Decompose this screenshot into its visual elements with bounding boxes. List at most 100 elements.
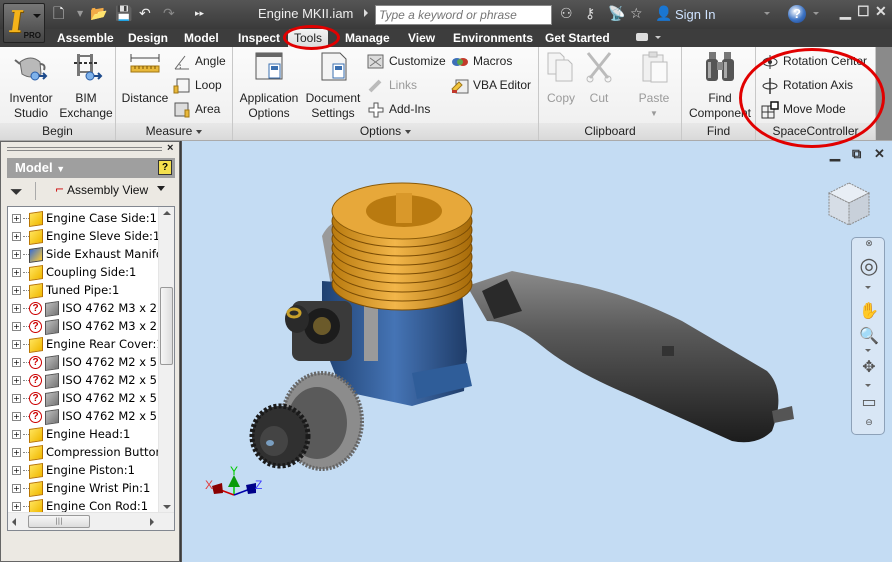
tab-assemble[interactable]: Assemble: [57, 30, 114, 46]
tree-item[interactable]: + Coupling Side:1: [8, 263, 136, 281]
open-folder-icon[interactable]: 📂: [90, 5, 107, 23]
tree-item[interactable]: + Engine Head:1: [8, 425, 130, 443]
search-expand-icon[interactable]: [364, 9, 368, 17]
browser-help-icon[interactable]: ?: [158, 160, 172, 175]
paste-dropdown-icon[interactable]: ▼: [631, 106, 677, 121]
find-component-button[interactable]: Find Component: [685, 50, 755, 121]
expand-icon[interactable]: +: [12, 466, 21, 475]
binoculars-icon[interactable]: ⚇: [560, 5, 573, 23]
tab-view[interactable]: View: [408, 30, 435, 46]
user-icon[interactable]: 👤: [655, 5, 672, 23]
pan-hand-icon[interactable]: ✋: [852, 301, 886, 320]
rotation-center-button[interactable]: Rotation Center: [761, 51, 867, 71]
ribbon-collapse-button[interactable]: [636, 33, 648, 41]
expand-icon[interactable]: +: [12, 412, 21, 421]
expand-icon[interactable]: +: [12, 340, 21, 349]
tree-item[interactable]: +? ISO 4762 M2 x 5:7: [8, 389, 168, 407]
distance-button[interactable]: Distance: [119, 50, 171, 106]
orbit-dropdown-icon[interactable]: [865, 384, 871, 387]
viewcube[interactable]: [824, 179, 874, 229]
add-ins-button[interactable]: Add-Ins: [367, 99, 430, 119]
copy-button[interactable]: Copy: [543, 50, 579, 106]
panel-options-title[interactable]: Options: [233, 123, 538, 140]
browser-close-icon[interactable]: ×: [167, 142, 173, 154]
engine-3d-model[interactable]: X Y Z: [182, 141, 892, 562]
flywheel[interactable]: [249, 371, 364, 471]
vertical-scroll-thumb[interactable]: [160, 287, 173, 365]
paste-button[interactable]: Paste ▼: [631, 50, 677, 121]
tab-inspect[interactable]: Inspect: [238, 30, 280, 46]
cut-button[interactable]: Cut: [581, 50, 617, 106]
tree-item[interactable]: + Compression Button:1: [8, 443, 174, 461]
sign-in-dropdown-icon[interactable]: [764, 12, 770, 15]
area-button[interactable]: Area: [173, 99, 220, 119]
expand-icon[interactable]: +: [12, 502, 21, 511]
tree-item[interactable]: + Engine Piston:1: [8, 461, 135, 479]
search-input[interactable]: [375, 5, 552, 25]
expand-icon[interactable]: +: [12, 322, 21, 331]
navbar-close-icon[interactable]: ⊗: [863, 239, 875, 249]
star-icon[interactable]: ☆: [630, 5, 643, 23]
tree-item[interactable]: + Engine Rear Cover:1: [8, 335, 164, 353]
links-button[interactable]: Links: [367, 75, 417, 95]
scroll-down-icon[interactable]: [163, 505, 171, 509]
tree-item[interactable]: + Engine Sleve Side:1: [8, 227, 160, 245]
tab-model[interactable]: Model: [184, 30, 219, 46]
scroll-up-icon[interactable]: [163, 211, 171, 215]
expand-icon[interactable]: +: [12, 358, 21, 367]
tab-design[interactable]: Design: [128, 30, 168, 46]
document-settings-button[interactable]: Document Settings: [303, 50, 363, 121]
rotation-axis-button[interactable]: Rotation Axis: [761, 75, 853, 95]
viewport-close-button[interactable]: ✕: [874, 146, 885, 162]
steering-wheel-dropdown-icon[interactable]: [865, 286, 871, 289]
orbit-icon[interactable]: ✥: [852, 357, 886, 376]
expand-icon[interactable]: +: [12, 394, 21, 403]
horizontal-scrollbar[interactable]: |||: [8, 512, 174, 530]
navbar-options-icon[interactable]: ⊖: [863, 418, 875, 428]
tree-item[interactable]: +? ISO 4762 M3 x 25:6: [8, 299, 174, 317]
save-icon[interactable]: 💾: [115, 5, 132, 23]
application-options-button[interactable]: Application Options: [236, 50, 302, 121]
filter-icon[interactable]: ⏷: [10, 182, 23, 202]
new-file-icon[interactable]: 🗋: [53, 5, 64, 23]
look-at-icon[interactable]: ▭: [852, 392, 886, 411]
help-dropdown-icon[interactable]: [813, 12, 819, 15]
minimize-button[interactable]: ▁: [840, 3, 851, 20]
tree-item[interactable]: + Tuned Pipe:1: [8, 281, 119, 299]
inventor-studio-button[interactable]: Inventor Studio: [5, 50, 57, 121]
carburetor[interactable]: [285, 301, 378, 361]
tree-item[interactable]: + Engine Wrist Pin:1: [8, 479, 150, 497]
steering-wheel-icon[interactable]: ◎: [852, 254, 886, 279]
tree-item[interactable]: +? ISO 4762 M3 x 25:: [8, 317, 168, 335]
new-dropdown-icon[interactable]: ▼: [77, 5, 83, 23]
tree-item[interactable]: +? ISO 4762 M2 x 5:5: [8, 353, 168, 371]
expand-icon[interactable]: +: [12, 286, 21, 295]
expand-icon[interactable]: +: [12, 376, 21, 385]
move-mode-button[interactable]: Move Mode: [761, 99, 846, 119]
satellite-dish-icon[interactable]: 📡: [608, 5, 625, 23]
viewport-minimize-button[interactable]: ▁: [830, 146, 840, 162]
close-button[interactable]: ✕: [875, 3, 887, 20]
sign-in-link[interactable]: Sign In: [675, 7, 715, 22]
browser-header[interactable]: Model ▼ ?: [7, 158, 175, 178]
loop-button[interactable]: Loop: [173, 75, 222, 95]
tree-item[interactable]: +? ISO 4762 M2 x 5:6: [8, 371, 168, 389]
tuned-pipe[interactable]: [467, 271, 794, 443]
application-menu-button[interactable]: I PRO: [3, 3, 45, 43]
horizontal-scroll-thumb[interactable]: |||: [28, 515, 90, 528]
cylinder-head[interactable]: [331, 182, 473, 311]
tree-item[interactable]: + Side Exhaust Manifold:: [8, 245, 174, 263]
expand-icon[interactable]: +: [12, 304, 21, 313]
scroll-right-icon[interactable]: [150, 518, 154, 526]
bim-exchange-button[interactable]: BIM Exchange: [58, 50, 114, 121]
help-button[interactable]: ?: [788, 5, 806, 23]
assembly-view-dropdown[interactable]: Assembly View: [67, 183, 148, 197]
vba-editor-button[interactable]: VBA Editor: [451, 75, 531, 95]
undo-icon[interactable]: ↶: [139, 5, 151, 23]
angle-button[interactable]: Angle: [173, 51, 226, 71]
customize-button[interactable]: Customize: [367, 51, 446, 71]
viewport-restore-button[interactable]: ⧉: [852, 146, 861, 162]
expand-icon[interactable]: +: [12, 484, 21, 493]
key-icon[interactable]: ⚷: [585, 5, 595, 23]
vertical-scrollbar[interactable]: [158, 207, 174, 513]
